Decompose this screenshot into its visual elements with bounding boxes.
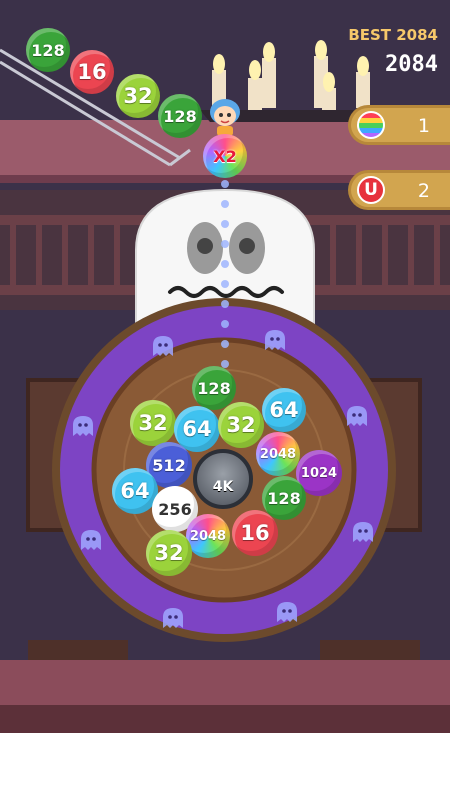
board-ball: 2048 xyxy=(256,432,300,476)
magnet-powerup-count: 2 xyxy=(417,180,430,202)
queue-ball-label: 16 xyxy=(77,60,107,84)
board-ball: 32 xyxy=(218,402,264,448)
board-ball-label: 1024 xyxy=(300,465,338,481)
board-ball: 32 xyxy=(146,530,192,576)
current-score: 2084 xyxy=(385,52,438,77)
board-ball-label: 64 xyxy=(269,398,299,422)
best-score-label: BEST 2084 xyxy=(348,26,438,44)
queue-ball: 128 xyxy=(26,28,70,72)
mini-ghost-icon xyxy=(265,330,285,350)
board-ball-label: 256 xyxy=(158,499,192,519)
board-ball-label: 16 xyxy=(240,521,270,545)
mini-ghost-icon xyxy=(81,530,101,550)
board-ball-label: 512 xyxy=(152,455,186,475)
board-ball: 2048 xyxy=(186,514,230,558)
board-ball-label: 32 xyxy=(138,411,168,435)
rainbow-ball-icon xyxy=(357,111,385,139)
mini-ghost-icon xyxy=(347,406,367,426)
board-ball: 32 xyxy=(130,400,176,446)
queue-ball: 32 xyxy=(116,74,160,118)
board-ball-label: 32 xyxy=(226,413,256,437)
queue-ball-label: 32 xyxy=(123,84,153,108)
mini-ghost-icon xyxy=(153,336,173,356)
magnet-icon: U xyxy=(357,176,385,204)
game-stage[interactable]: BEST 2084 2084 1 U 2 X2 128 16 32 128 128 32… xyxy=(0,0,450,733)
board-ball-label: 32 xyxy=(154,541,184,565)
mini-ghost-icon xyxy=(277,602,297,622)
queue-ball-label: 128 xyxy=(163,106,197,126)
board-ball: 128 xyxy=(262,476,306,520)
magnet-powerup-button[interactable]: U 2 xyxy=(348,170,450,210)
shooter-ball-label: X2 xyxy=(213,146,237,166)
mini-ghost-icon xyxy=(353,522,373,542)
player-character xyxy=(210,99,240,136)
board-ball-label: 128 xyxy=(197,378,231,398)
board-ball-label: 2048 xyxy=(189,528,227,544)
board-ball-label: 2048 xyxy=(259,446,297,462)
board-ball: 64 xyxy=(262,388,306,432)
center-target: 4K xyxy=(193,449,253,509)
queue-ball-label: 128 xyxy=(31,40,65,60)
board-ball: 128 xyxy=(192,366,236,410)
mini-ghost-icon xyxy=(163,608,183,628)
center-target-label: 4K xyxy=(212,479,234,495)
rainbow-powerup-count: 1 xyxy=(417,115,430,137)
queue-ball: 16 xyxy=(70,50,114,94)
board-ball-label: 64 xyxy=(120,479,150,503)
board-ball: 16 xyxy=(232,510,278,556)
board-ball-label: 128 xyxy=(267,488,301,508)
mini-ghost-icon xyxy=(73,416,93,436)
rainbow-powerup-button[interactable]: 1 xyxy=(348,105,450,145)
queue-ball: 128 xyxy=(158,94,202,138)
board-ball-label: 64 xyxy=(182,417,212,441)
shooter-ball[interactable]: X2 xyxy=(203,134,247,178)
